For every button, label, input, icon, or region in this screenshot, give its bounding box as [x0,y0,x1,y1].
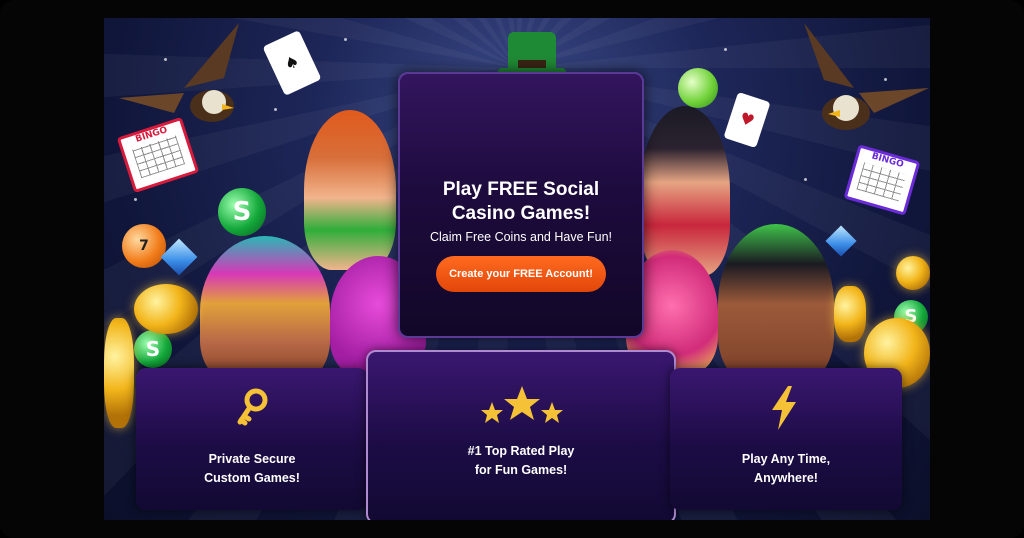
tropical-woman-character [718,224,834,384]
star-sparkle [344,38,347,41]
gold-coin [834,286,866,342]
feature-label: #1 Top Rated Play for Fun Games! [368,442,674,480]
casino-banner: BINGO ♠ ♥ BINGO S S S 7 Play FREE Social… [104,18,930,520]
feature-label-line-2: Custom Games! [204,471,300,485]
feature-label-line-2: for Fun Games! [474,463,568,477]
star-sparkle [274,108,277,111]
feature-label: Private Secure Custom Games! [136,450,368,488]
star-sparkle [134,198,137,201]
aztec-warrior-character [200,236,330,386]
gold-coin [896,256,930,290]
gold-coin [134,284,198,334]
hero-title-line-2: Casino Games! [451,203,591,224]
feature-label: Play Any Time, Anywhere! [670,450,902,488]
s-coin-green: S [218,188,266,236]
key-icon [237,388,268,426]
lightning-icon [772,386,796,430]
redhead-character [304,110,396,270]
dark-hair-woman-character [640,106,730,276]
feature-card-top-rated: #1 Top Rated Play for Fun Games! [366,350,676,520]
eagle-right-illustration [804,23,929,130]
hero-subtitle: Claim Free Coins and Have Fun! [429,230,613,244]
hero-title: Play FREE Social Casino Games! [400,178,642,226]
signup-hero-panel: Play FREE Social Casino Games! Claim Fre… [398,72,644,338]
feature-card-private-secure: Private Secure Custom Games! [136,368,368,510]
star-sparkle [724,48,727,51]
s-coin-green: S [134,330,172,368]
hero-title-line-1: Play FREE Social [442,179,600,200]
feature-label-line-2: Anywhere! [754,471,818,485]
feature-card-play-anytime: Play Any Time, Anywhere! [670,368,902,510]
star-sparkle [804,178,807,181]
stars-icon [481,386,563,423]
feature-label-line-1: #1 Top Rated Play [467,444,575,458]
create-account-button[interactable]: Create your FREE Account! [436,256,606,292]
feature-label-line-1: Play Any Time, [741,452,831,466]
feature-label-line-1: Private Secure [208,452,296,466]
pool-ball-7: 7 [122,224,166,268]
green-bingo-ball [678,68,718,108]
gold-coin [104,318,134,428]
